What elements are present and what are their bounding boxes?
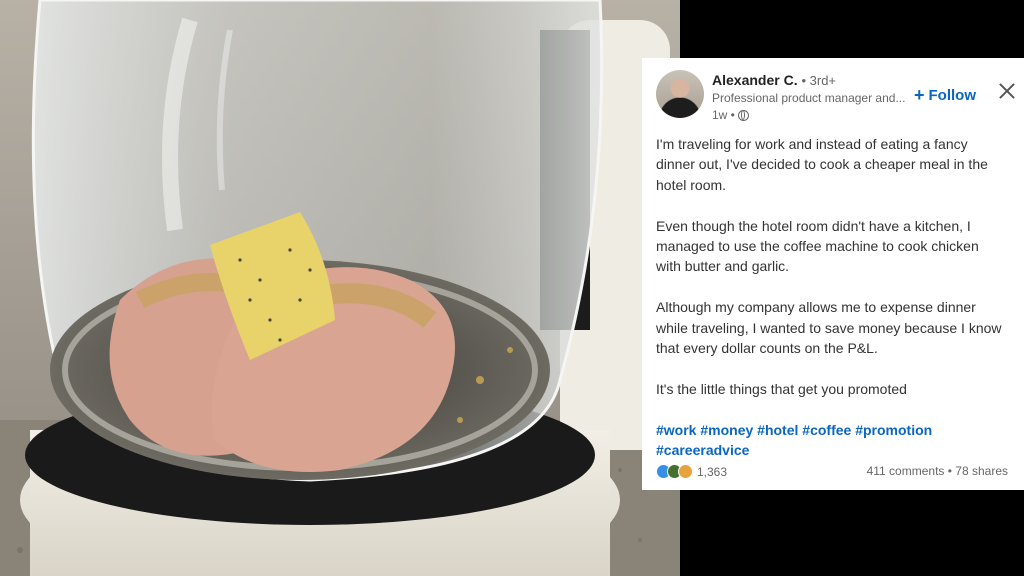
hashtag-link[interactable]: #money <box>700 422 753 438</box>
globe-icon <box>737 109 749 121</box>
post-photo <box>0 0 680 576</box>
post-body: I'm traveling for work and instead of ea… <box>656 134 1006 460</box>
hashtag-link[interactable]: #promotion <box>855 422 932 438</box>
hashtag-link[interactable]: #careeradvice <box>656 442 749 458</box>
linkedin-post-card: Alexander C. • 3rd+ Professional product… <box>642 58 1024 490</box>
hashtags: #work #money #hotel #coffee #promotion #… <box>656 420 1006 461</box>
author-headline: Professional product manager and... <box>712 91 906 105</box>
close-icon[interactable] <box>996 80 1018 102</box>
author-name-text[interactable]: Alexander C. <box>712 72 798 88</box>
plus-icon: + <box>914 85 925 105</box>
hashtag-link[interactable]: #work <box>656 422 696 438</box>
post-paragraph: Although my company allows me to expense… <box>656 299 1002 357</box>
hashtag-link[interactable]: #coffee <box>802 422 851 438</box>
author-name[interactable]: Alexander C. • 3rd+ <box>712 72 836 88</box>
post-time: 1w • <box>712 108 735 122</box>
post-paragraph: It's the little things that get you prom… <box>656 380 907 397</box>
post-header: Alexander C. • 3rd+ Professional product… <box>642 58 1024 128</box>
post-meta: 1w • <box>712 108 749 122</box>
comments-count[interactable]: 411 comments <box>867 464 945 478</box>
engagement-counts: 411 comments • 78 shares <box>867 464 1008 478</box>
post-social-counts: 1,363 411 comments • 78 shares <box>656 462 1008 484</box>
reaction-count: 1,363 <box>697 464 728 479</box>
follow-button[interactable]: + Follow <box>914 86 976 104</box>
connection-degree: • 3rd+ <box>801 73 837 88</box>
follow-label: Follow <box>928 86 977 104</box>
avatar[interactable] <box>656 70 704 118</box>
separator: • <box>947 464 952 478</box>
coffee-pot-chicken-image <box>0 0 680 576</box>
shares-count[interactable]: 78 shares <box>955 464 1008 478</box>
support-icon <box>678 464 693 479</box>
post-paragraph: I'm traveling for work and instead of ea… <box>656 136 988 193</box>
hashtag-link[interactable]: #hotel <box>757 422 798 438</box>
post-paragraph: Even though the hotel room didn't have a… <box>656 217 979 275</box>
reactions-summary[interactable]: 1,363 <box>656 464 727 479</box>
